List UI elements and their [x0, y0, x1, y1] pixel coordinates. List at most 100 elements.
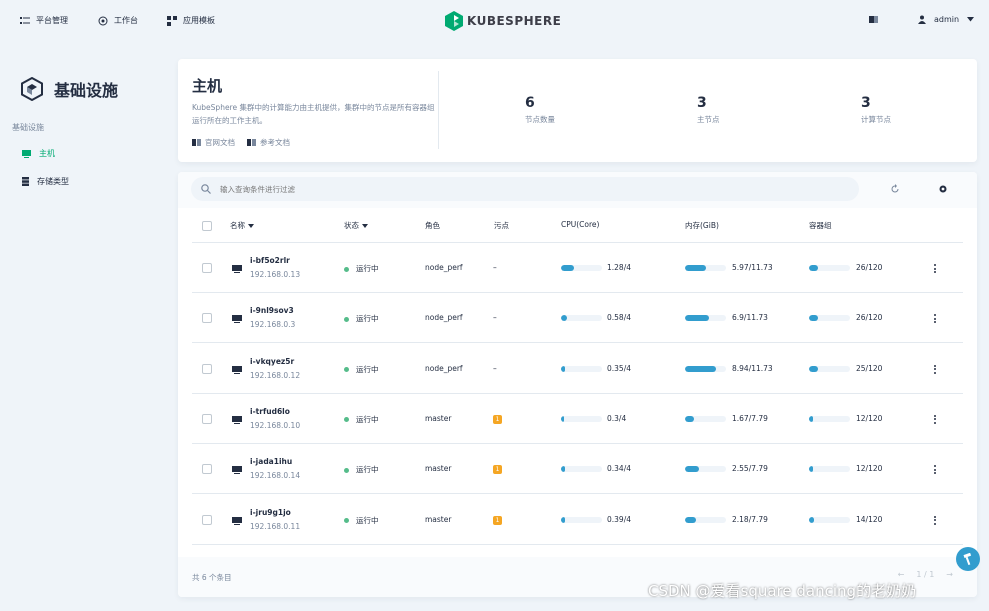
node-role: master: [425, 413, 452, 423]
workbench-icon: [98, 16, 108, 25]
node-ip: 192.168.0.11: [250, 521, 301, 531]
cpu-usage-bar: [561, 466, 602, 473]
more-actions-icon[interactable]: [933, 414, 937, 424]
node-name-link[interactable]: i-bf5o2rlr: [250, 256, 300, 265]
column-status-label: 状态: [344, 221, 359, 230]
table-row[interactable]: i-jada1ihu 192.168.0.14 运行中 master 1 0.3…: [192, 444, 963, 495]
hammer-icon: [963, 553, 972, 565]
column-status[interactable]: 状态: [344, 220, 368, 231]
cpu-usage-fill: [561, 415, 565, 422]
node-role: node_perf: [425, 313, 463, 323]
node-status: 运行中: [344, 464, 379, 475]
node-taints: 1: [493, 464, 502, 475]
mem-usage-bar: [685, 516, 726, 523]
nav-app-templates-label: 应用模板: [183, 16, 215, 25]
toolbox-icon: [869, 16, 878, 23]
node-taints: –: [493, 364, 497, 373]
official-docs-link[interactable]: 官网文档: [192, 137, 235, 148]
cpu-usage-bar: [561, 265, 602, 271]
table-row[interactable]: i-jru9g1jo 192.168.0.11 运行中 master 1 0.3…: [192, 495, 963, 545]
nav-app-templates[interactable]: 应用模板: [167, 15, 215, 26]
mem-usage-bar: [685, 265, 726, 271]
column-pods: 容器组: [809, 221, 832, 230]
search-input[interactable]: [220, 184, 820, 194]
cpu-usage-fill: [561, 265, 575, 271]
sidebar-title: 基础设施: [54, 81, 119, 100]
cpu-usage-value: 0.58/4: [607, 313, 631, 323]
taint-badge[interactable]: 1: [493, 465, 502, 475]
memory-usage-value: 1.67/7.79: [732, 413, 768, 423]
status-label: 运行中: [356, 264, 379, 273]
memory-usage-value: 8.94/11.73: [732, 363, 773, 373]
row-checkbox[interactable]: [202, 363, 212, 374]
host-icon: [232, 466, 242, 475]
user-icon: [918, 15, 926, 24]
node-taints: –: [493, 313, 497, 322]
next-page-arrow-icon[interactable]: →: [946, 570, 953, 579]
taint-badge[interactable]: 1: [493, 414, 502, 424]
settings-gear-icon[interactable]: [938, 184, 948, 194]
memory-usage-value: 2.55/7.79: [732, 464, 768, 474]
node-name-link[interactable]: i-vkqyez5r: [250, 357, 300, 366]
kubesphere-logo[interactable]: KUBESPHERE: [445, 11, 561, 31]
more-actions-icon[interactable]: [933, 264, 937, 273]
prev-page-arrow-icon[interactable]: ←: [898, 570, 905, 579]
table-row[interactable]: i-bf5o2rlr 192.168.0.13 运行中 node_perf – …: [192, 243, 963, 293]
node-role: master: [425, 514, 452, 524]
mem-usage-bar: [685, 466, 726, 473]
table-row[interactable]: i-vkqyez5r 192.168.0.12 运行中 node_perf – …: [192, 344, 963, 394]
status-label: 运行中: [356, 465, 379, 475]
total-count: 共 6 个条目: [192, 573, 232, 582]
node-name-link[interactable]: i-jru9g1jo: [250, 508, 300, 517]
mem-usage-fill: [685, 466, 699, 473]
cpu-usage-bar: [561, 315, 602, 322]
row-checkbox[interactable]: [202, 514, 212, 525]
more-actions-icon[interactable]: [933, 314, 937, 324]
row-checkbox[interactable]: [202, 464, 212, 475]
nav-workbench-label: 工作台: [114, 16, 138, 25]
row-checkbox[interactable]: [202, 313, 212, 324]
column-name[interactable]: 名称: [230, 220, 254, 231]
pods-usage-fill: [809, 516, 814, 523]
node-name-link[interactable]: i-jada1ihu: [250, 457, 300, 466]
page-header-card: 主机 KubeSphere 集群中的计算能力由主机提供，集群中的节点是所有容器组…: [178, 59, 977, 162]
pods-usage-bar: [809, 415, 850, 422]
row-checkbox[interactable]: [202, 413, 212, 424]
nav-workbench[interactable]: 工作台: [98, 15, 138, 26]
reference-docs-link[interactable]: 参考文档: [247, 137, 290, 148]
more-actions-icon[interactable]: [933, 364, 937, 374]
node-name-link[interactable]: i-9nl9sov3: [250, 306, 295, 315]
cpu-usage-bar: [561, 516, 602, 523]
nav-platform-management[interactable]: 平台管理: [20, 15, 68, 26]
chevron-down-icon: [967, 17, 975, 22]
table-row[interactable]: i-trfud6lo 192.168.0.10 运行中 master 1 0.3…: [192, 394, 963, 444]
row-checkbox[interactable]: [202, 263, 212, 273]
cpu-usage-fill: [561, 365, 565, 372]
page-indicator: 1 / 1: [916, 570, 935, 579]
sidebar-item-storage-classes[interactable]: 存储类型: [22, 176, 69, 187]
stat-value: 3: [697, 95, 707, 111]
refresh-icon[interactable]: [890, 184, 900, 194]
more-actions-icon[interactable]: [933, 465, 937, 475]
taint-badge[interactable]: 1: [493, 515, 502, 525]
pods-usage-value: 26/120: [856, 313, 883, 323]
select-all-checkbox[interactable]: [202, 221, 212, 231]
table-row[interactable]: i-9nl9sov3 192.168.0.3 运行中 node_perf – 0…: [192, 293, 963, 344]
node-info: i-vkqyez5r 192.168.0.12: [250, 357, 300, 380]
taint-none: –: [493, 363, 497, 373]
app-template-icon: [167, 15, 177, 26]
taint-none: –: [493, 263, 497, 272]
pods-usage-fill: [809, 265, 819, 271]
column-cpu: CPU(Core): [561, 220, 600, 229]
host-icon: [232, 265, 242, 273]
node-name-link[interactable]: i-trfud6lo: [250, 407, 300, 416]
tools-button[interactable]: [869, 15, 879, 24]
more-actions-icon[interactable]: [933, 515, 937, 525]
search-bar[interactable]: [191, 177, 859, 201]
node-role: node_perf: [425, 363, 463, 373]
mem-usage-bar: [685, 415, 726, 422]
user-menu[interactable]: admin: [918, 15, 975, 24]
infrastructure-icon: [21, 77, 43, 101]
help-hammer-button[interactable]: [956, 547, 980, 571]
sidebar-item-hosts[interactable]: 主机: [22, 148, 55, 159]
